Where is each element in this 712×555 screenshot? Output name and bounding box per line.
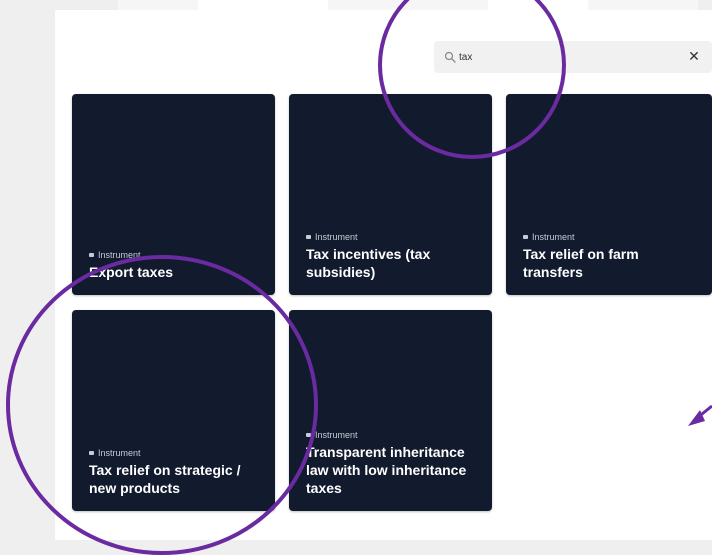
result-card[interactable]: Instrument Tax incentives (tax subsidies… [289, 94, 492, 295]
instrument-icon [306, 235, 311, 239]
card-title: Tax relief on strategic / new products [89, 462, 241, 496]
card-content: Instrument Tax relief on farm transfers [523, 232, 700, 281]
card-content: Instrument Transparent inheritance law w… [306, 430, 480, 497]
card-tag-label: Instrument [532, 232, 575, 242]
instrument-icon [89, 451, 94, 455]
card-content: Instrument Tax relief on strategic / new… [89, 448, 263, 497]
search-input[interactable] [459, 47, 659, 67]
instrument-icon [89, 253, 94, 257]
card-tag-label: Instrument [315, 430, 358, 440]
card-title: Tax incentives (tax subsidies) [306, 246, 431, 280]
card-tag: Instrument [89, 250, 263, 260]
result-card[interactable]: Instrument Tax relief on strategic / new… [72, 310, 275, 511]
card-content: Instrument Tax incentives (tax subsidies… [306, 232, 480, 281]
card-tag-label: Instrument [98, 448, 141, 458]
result-card[interactable]: Instrument Tax relief on farm transfers [506, 94, 712, 295]
close-icon[interactable]: ✕ [686, 49, 702, 65]
search-icon [444, 51, 456, 63]
card-title: Transparent inheritance law with low inh… [306, 444, 467, 496]
result-card[interactable]: Instrument Transparent inheritance law w… [289, 310, 492, 511]
card-tag: Instrument [89, 448, 263, 458]
card-tag: Instrument [306, 232, 480, 242]
result-card[interactable]: Instrument Export taxes [72, 94, 275, 295]
instrument-icon [523, 235, 528, 239]
card-tag-label: Instrument [315, 232, 358, 242]
card-tag: Instrument [523, 232, 700, 242]
instrument-icon [306, 433, 311, 437]
card-content: Instrument Export taxes [89, 250, 263, 281]
card-tag-label: Instrument [98, 250, 141, 260]
card-title: Export taxes [89, 264, 174, 280]
card-tag: Instrument [306, 430, 480, 440]
card-title: Tax relief on farm transfers [523, 246, 639, 280]
